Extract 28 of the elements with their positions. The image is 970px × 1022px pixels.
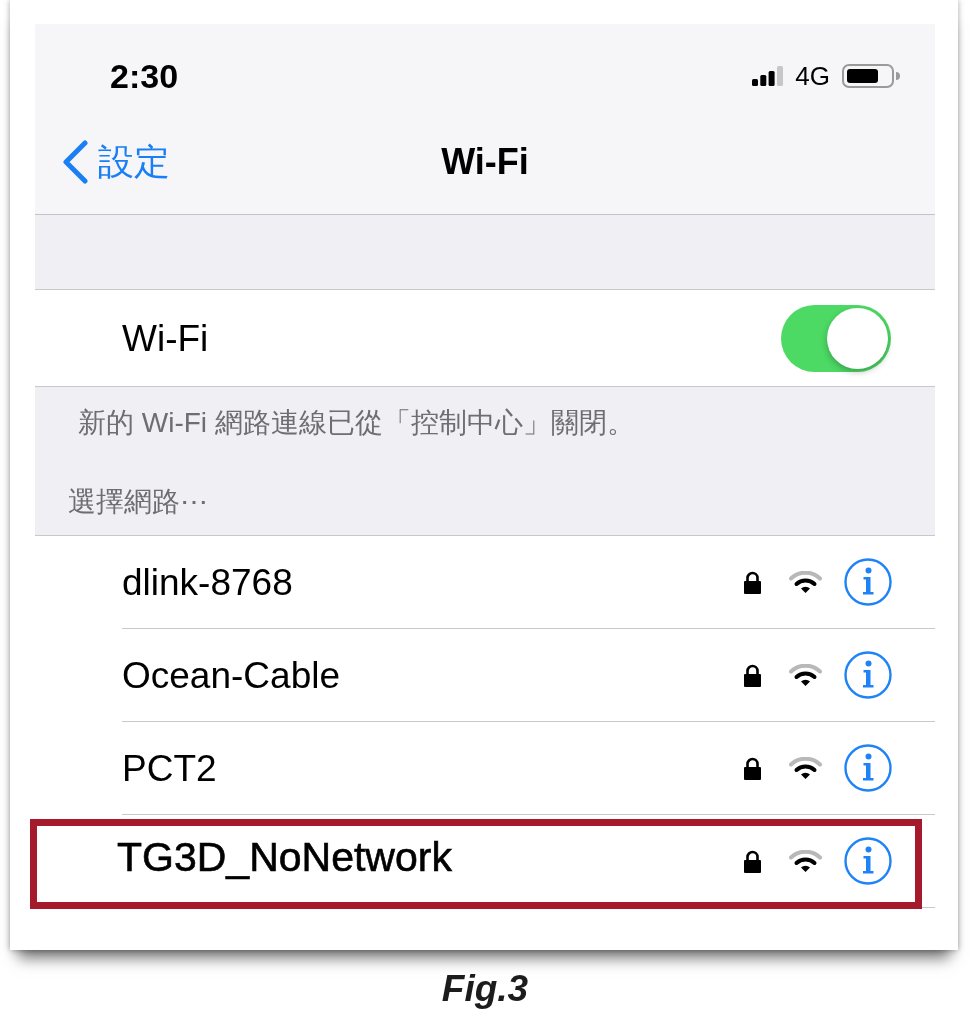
- back-button[interactable]: 設定: [62, 140, 170, 184]
- status-time: 2:30: [110, 59, 179, 93]
- wifi-signal-icon: [789, 664, 822, 686]
- info-button[interactable]: [844, 744, 892, 792]
- notice-text: 新的 Wi-Fi 網路連線已從「控制中心」關閉。: [78, 408, 635, 438]
- figure-caption: Fig.3: [441, 970, 529, 1007]
- network-name: TG3D_NoNetwork: [117, 836, 452, 878]
- back-chevron-icon: [62, 140, 88, 184]
- network-row[interactable]: dlink-8768: [35, 536, 935, 628]
- wifi-signal-icon: [789, 571, 822, 593]
- battery-icon: [842, 64, 900, 88]
- network-row[interactable]: Ocean-Cable: [35, 629, 935, 721]
- info-button[interactable]: [844, 558, 892, 606]
- network-row[interactable]: TG3D_NoNetwork: [35, 815, 935, 907]
- wifi-toggle[interactable]: [781, 304, 891, 372]
- wifi-label: Wi-Fi: [122, 319, 209, 357]
- network-name: dlink-8768: [122, 563, 293, 601]
- network-name: PCT2: [122, 749, 217, 787]
- section-header: 選擇網路⋯: [68, 487, 208, 517]
- wifi-signal-icon: [789, 757, 822, 779]
- wifi-signal-icon: [789, 850, 822, 872]
- info-button[interactable]: [844, 837, 892, 885]
- network-name: Ocean-Cable: [122, 656, 340, 694]
- network-row[interactable]: PCT2: [35, 722, 935, 814]
- page-title: Wi-Fi: [441, 144, 529, 180]
- info-button[interactable]: [844, 651, 892, 699]
- network-type: 4G: [795, 63, 830, 89]
- cellular-signal-icon: [752, 66, 784, 86]
